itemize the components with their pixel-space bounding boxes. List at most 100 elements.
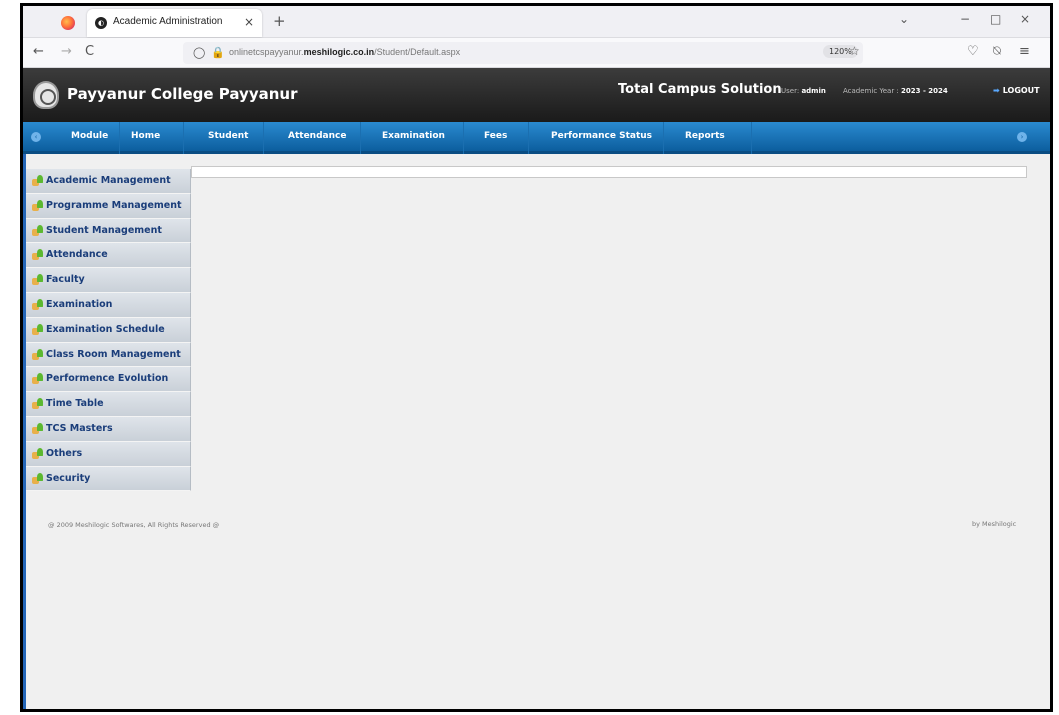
key-folder-icon: [32, 224, 44, 237]
browser-menu-icon[interactable]: ≡: [1019, 44, 1030, 59]
sidebar-item-faculty[interactable]: Faculty: [26, 268, 191, 293]
menu-separator: [360, 122, 361, 154]
tab-list-icon[interactable]: ⌄: [899, 12, 909, 26]
browser-window: ◐ Academic Administration × + ⌄ − □ × ← …: [20, 3, 1053, 712]
sidebar-item-label: Examination: [46, 298, 113, 310]
menu-item-home[interactable]: Home: [131, 131, 160, 141]
reload-icon[interactable]: C: [85, 44, 94, 59]
browser-navigation-bar: ← → C ◯ 🔒 onlinetcspayyanur.meshilogic.c…: [23, 38, 1050, 68]
user-name: admin: [801, 87, 826, 95]
address-bar[interactable]: ◯ 🔒 onlinetcspayyanur.meshilogic.co.in/S…: [183, 42, 863, 64]
menu-separator: [663, 122, 664, 154]
tab-title: Academic Administration: [113, 16, 223, 27]
college-logo-icon: [33, 81, 59, 109]
sidebar-item-time-table[interactable]: Time Table: [26, 392, 191, 417]
menu-separator: [463, 122, 464, 154]
key-folder-icon: [32, 249, 44, 261]
browser-tab-academic-administration[interactable]: ◐ Academic Administration ×: [87, 9, 262, 37]
sidebar-item-label: Class Room Management: [46, 348, 181, 360]
sidebar-item-label: Security: [46, 472, 91, 484]
sidebar-item-attendance[interactable]: Attendance: [26, 243, 191, 269]
sidebar-item-performence-evolution[interactable]: Performence Evolution: [26, 367, 191, 393]
sidebar-item-student-management[interactable]: Student Management: [26, 218, 191, 244]
sidebar-item-label: Academic Management: [46, 175, 171, 186]
sidebar-item-tcs-masters[interactable]: TCS Masters: [26, 416, 191, 442]
browser-tab-bar: ◐ Academic Administration × + ⌄ − □ ×: [23, 6, 1050, 38]
academic-year-label: Academic Year :: [843, 87, 899, 95]
url-text[interactable]: onlinetcspayyanur.meshilogic.co.in/Stude…: [229, 47, 460, 57]
url-path: /Student/Default.aspx: [374, 47, 461, 57]
user-info: User: admin: [781, 87, 826, 95]
content-panel: [191, 166, 1027, 178]
key-folder-icon: [32, 298, 44, 311]
key-folder-icon: [32, 199, 44, 212]
sidebar-item-label: Others: [46, 447, 83, 459]
close-window-icon[interactable]: ×: [1020, 12, 1030, 26]
footer-credit: by Meshilogic: [972, 520, 1017, 528]
logout-label: LOGOUT: [1002, 86, 1040, 95]
key-folder-icon: [32, 274, 44, 286]
menu-item-fees[interactable]: Fees: [484, 131, 507, 141]
menu-separator: [263, 122, 264, 154]
lock-icon[interactable]: 🔒: [211, 46, 225, 59]
app-header: Payyanur College Payyanur Total Campus S…: [23, 68, 1050, 122]
sidebar-item-programme-management[interactable]: Programme Management: [26, 193, 191, 219]
sidebar-item-label: Time Table: [46, 398, 104, 410]
sidebar-item-label: Programme Management: [46, 199, 182, 211]
user-label: User:: [781, 87, 800, 95]
menu-item-module[interactable]: Module: [71, 131, 108, 141]
sidebar-item-label: Attendance: [46, 249, 108, 261]
main-menu-bar: ‹ Module Home Student Attendance Examina…: [23, 122, 1050, 154]
maximize-icon[interactable]: □: [990, 12, 1001, 26]
sidebar-item-others[interactable]: Others: [26, 441, 191, 467]
url-domain: meshilogic.co.in: [303, 47, 375, 57]
url-prefix: onlinetcspayyanur.: [229, 47, 304, 57]
sidebar-item-examination-schedule[interactable]: Examination Schedule: [26, 317, 191, 343]
menu-scroll-left-icon[interactable]: ‹: [31, 132, 41, 142]
menu-item-student[interactable]: Student: [208, 131, 248, 141]
new-tab-icon[interactable]: +: [273, 12, 286, 30]
bookmark-star-icon[interactable]: ☆: [849, 44, 860, 58]
tracking-shield-icon[interactable]: ◯: [193, 46, 205, 59]
menu-separator: [528, 122, 529, 154]
sidebar-item-examination[interactable]: Examination: [26, 292, 191, 318]
sidebar-item-class-room-management[interactable]: Class Room Management: [26, 342, 191, 368]
sidebar-item-label: Faculty: [46, 274, 85, 286]
sidebar-item-label: TCS Masters: [46, 422, 113, 434]
key-folder-icon: [32, 447, 44, 460]
logout-button[interactable]: ➡ LOGOUT: [993, 86, 1040, 95]
sidebar-item-label: Performence Evolution: [46, 373, 169, 385]
menu-item-attendance[interactable]: Attendance: [288, 131, 346, 141]
extensions-icon[interactable]: ⍉: [993, 44, 1001, 59]
sidebar-item-label: Examination Schedule: [46, 323, 165, 335]
forward-icon[interactable]: →: [61, 44, 72, 59]
menu-separator: [183, 122, 184, 154]
minimize-icon[interactable]: −: [960, 12, 970, 26]
college-name: Payyanur College Payyanur: [67, 85, 298, 103]
sidebar-item-label: Student Management: [46, 224, 162, 236]
menu-separator: [119, 122, 120, 154]
menu-item-performance-status[interactable]: Performance Status: [551, 131, 652, 141]
menu-item-reports[interactable]: Reports: [685, 131, 725, 141]
firefox-icon[interactable]: [61, 16, 75, 30]
sidebar-item-academic-management[interactable]: Academic Management: [26, 169, 191, 194]
site-favicon-icon: ◐: [95, 17, 107, 29]
sidebar-item-security[interactable]: Security: [26, 466, 191, 492]
menu-scroll-right-icon[interactable]: ›: [1017, 132, 1027, 142]
menu-separator: [751, 122, 752, 154]
footer-copyright: @ 2009 Meshilogic Softwares, All Rights …: [48, 521, 220, 529]
key-folder-icon: [32, 175, 44, 187]
tab-close-icon[interactable]: ×: [244, 15, 254, 29]
logout-arrow-icon: ➡: [993, 86, 1000, 95]
key-folder-icon: [32, 422, 44, 435]
key-folder-icon: [32, 323, 44, 336]
key-folder-icon: [32, 472, 44, 485]
sidebar-nav: Academic Management Programme Management…: [26, 169, 191, 492]
back-icon[interactable]: ←: [33, 44, 44, 59]
key-folder-icon: [32, 398, 44, 410]
academic-year-info: Academic Year : 2023 - 2024: [843, 87, 948, 95]
menu-item-examination[interactable]: Examination: [382, 131, 445, 141]
product-title: Total Campus Solution: [618, 82, 782, 97]
key-folder-icon: [32, 373, 44, 385]
pocket-icon[interactable]: ♡: [967, 44, 979, 59]
